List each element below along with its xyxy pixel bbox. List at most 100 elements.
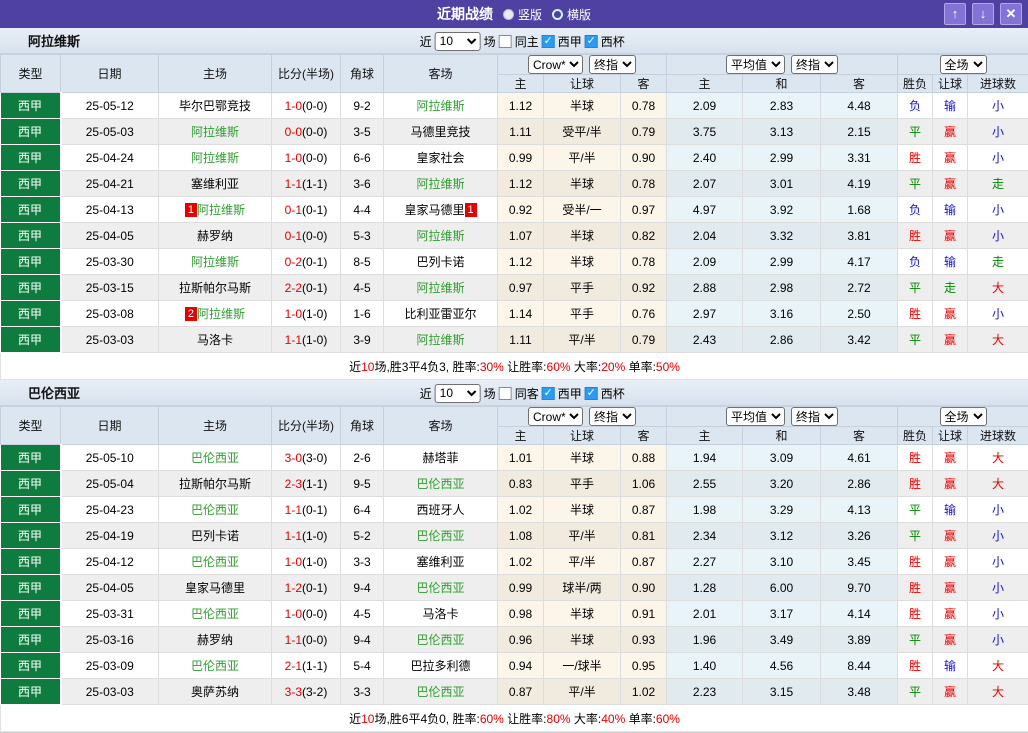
away-team-cell: 巴伦西亚 (383, 678, 498, 705)
radio-unselected-icon (552, 8, 563, 20)
col-header-avg-home: 主 (666, 426, 744, 445)
goals-cell: 走 (967, 248, 1028, 275)
home-odds-cell: 1.14 (497, 300, 544, 327)
col-header-avg-home: 主 (666, 74, 744, 93)
match-count-select[interactable]: 10 (434, 383, 481, 403)
away-team-cell: 赫塔菲 (383, 444, 498, 471)
corner-cell: 6-4 (340, 496, 384, 523)
col-header-result: 胜负 (897, 74, 934, 93)
same-venue-checkbox[interactable] (498, 34, 512, 48)
odds-source-select[interactable]: Crow* (528, 407, 583, 426)
score-cell: 1-1(1-0) (271, 326, 341, 353)
date-cell: 25-03-03 (60, 678, 159, 705)
avg-away-cell: 4.14 (820, 600, 899, 627)
goals-cell: 小 (967, 522, 1028, 549)
type-cell: 西甲 (0, 548, 62, 575)
home-team-cell: 拉斯帕尔马斯 (158, 274, 272, 301)
avg-away-cell: 4.48 (820, 92, 899, 119)
home-odds-cell: 0.87 (497, 678, 544, 705)
avg-away-cell: 3.89 (820, 626, 899, 653)
avg-draw-cell: 2.99 (742, 248, 822, 275)
average-time-select[interactable]: 终指 (791, 407, 839, 426)
scope-select[interactable]: 全场 (939, 55, 987, 74)
corner-cell: 3-6 (340, 170, 384, 197)
radio-horizontal-layout[interactable]: 横版 (552, 6, 591, 23)
handicap-cell: 平/半 (543, 548, 621, 575)
handicap-cell: 平/半 (543, 326, 621, 353)
match-row: 西甲 25-04-19 巴列卡诺 1-1(1-0) 5-2 巴伦西亚 1.08 平/半 0.81… (0, 522, 1028, 549)
corner-cell: 5-4 (340, 652, 384, 679)
home-odds-cell: 0.98 (497, 600, 544, 627)
handicap-result-cell: 赢 (932, 144, 969, 171)
result-cell: 胜 (897, 222, 934, 249)
away-team-cell: 巴伦西亚 (383, 626, 498, 653)
avg-draw-cell: 4.56 (742, 652, 822, 679)
average-select[interactable]: 平均值 (726, 55, 786, 74)
scope-select[interactable]: 全场 (939, 407, 987, 426)
result-cell: 平 (897, 496, 934, 523)
avg-home-cell: 2.23 (666, 678, 744, 705)
odds-dropdowns: Crow* 终指 (496, 406, 668, 427)
corner-cell: 1-6 (340, 300, 384, 327)
home-team-cell: 马洛卡 (158, 326, 272, 353)
match-count-select[interactable]: 10 (434, 31, 481, 51)
date-cell: 25-04-13 (60, 196, 159, 223)
team-name: 阿拉维斯 (28, 34, 81, 49)
avg-away-cell: 3.26 (820, 522, 899, 549)
corner-cell: 3-5 (340, 118, 384, 145)
same-venue-checkbox[interactable] (498, 386, 512, 400)
result-cell: 平 (897, 678, 934, 705)
move-down-button[interactable]: ↓ (972, 3, 994, 25)
away-team-cell: 阿拉维斯 (383, 274, 498, 301)
corner-cell: 4-4 (340, 196, 384, 223)
avg-home-cell: 2.88 (666, 274, 744, 301)
home-team-cell: 巴伦西亚 (158, 652, 272, 679)
match-row: 西甲 25-03-08 2 阿拉维斯 1-0(1-0) 1-6 比利亚雷亚尔 1.14 平手 0.… (0, 300, 1028, 327)
filter-controls: 近 10 场 同客 ✓ 西甲 ✓ 西杯 (420, 380, 625, 406)
result-cell: 平 (897, 522, 934, 549)
handicap-result-cell: 赢 (932, 522, 969, 549)
away-team-cell: 皇家马德里 1 (383, 196, 498, 223)
close-button[interactable]: ✕ (1000, 3, 1022, 25)
type-cell: 西甲 (0, 248, 62, 275)
red-badge: 1 (464, 203, 477, 217)
cup-checkbox[interactable]: ✓ (584, 34, 598, 48)
date-cell: 25-04-24 (60, 144, 159, 171)
home-team-cell: 拉斯帕尔马斯 (158, 470, 272, 497)
handicap-cell: 受半/一 (543, 196, 621, 223)
league-checkbox[interactable]: ✓ (541, 34, 555, 48)
handicap-cell: 平/半 (543, 678, 621, 705)
odds-time-select[interactable]: 终指 (589, 55, 636, 74)
corner-cell: 4-5 (340, 600, 384, 627)
results-body: 西甲 25-05-10 巴伦西亚 3-0(3-0) 2-6 赫塔菲 1.01 半球 0.88 1.… (0, 444, 1028, 705)
section-control-row: 巴伦西亚 近 10 场 同客 ✓ 西甲 ✓ 西杯 (0, 380, 1028, 406)
home-team-cell: 2 阿拉维斯 (158, 300, 272, 327)
unit-label: 场 (483, 386, 496, 401)
col-header-score: 比分(半场) (271, 406, 341, 445)
league-checkbox[interactable]: ✓ (541, 386, 555, 400)
avg-away-cell: 4.17 (820, 248, 899, 275)
move-up-button[interactable]: ↑ (944, 3, 966, 25)
handicap-result-cell: 走 (932, 274, 969, 301)
date-cell: 25-04-05 (60, 222, 159, 249)
cup-checkbox[interactable]: ✓ (584, 386, 598, 400)
handicap-result-cell: 赢 (932, 326, 969, 353)
home-team-cell: 阿拉维斯 (158, 248, 272, 275)
home-team-cell: 巴伦西亚 (158, 548, 272, 575)
score-cell: 2-1(1-1) (271, 652, 341, 679)
odds-time-select[interactable]: 终指 (589, 407, 636, 426)
odds-source-select[interactable]: Crow* (528, 55, 583, 74)
col-header-handicap-result: 让球 (932, 74, 969, 93)
average-select[interactable]: 平均值 (726, 407, 786, 426)
handicap-result-cell: 输 (932, 496, 969, 523)
result-cell: 胜 (897, 470, 934, 497)
handicap-cell: 受平/半 (543, 118, 621, 145)
average-time-select[interactable]: 终指 (791, 55, 839, 74)
avg-away-cell: 2.86 (820, 470, 899, 497)
avg-draw-cell: 3.15 (742, 678, 822, 705)
result-cell: 胜 (897, 548, 934, 575)
type-cell: 西甲 (0, 144, 62, 171)
radio-vertical-layout[interactable]: 竖版 (502, 6, 542, 23)
result-cell: 平 (897, 626, 934, 653)
match-row: 西甲 25-05-03 阿拉维斯 0-0(0-0) 3-5 马德里竞技 1.11 受平/半 0.… (0, 118, 1028, 145)
